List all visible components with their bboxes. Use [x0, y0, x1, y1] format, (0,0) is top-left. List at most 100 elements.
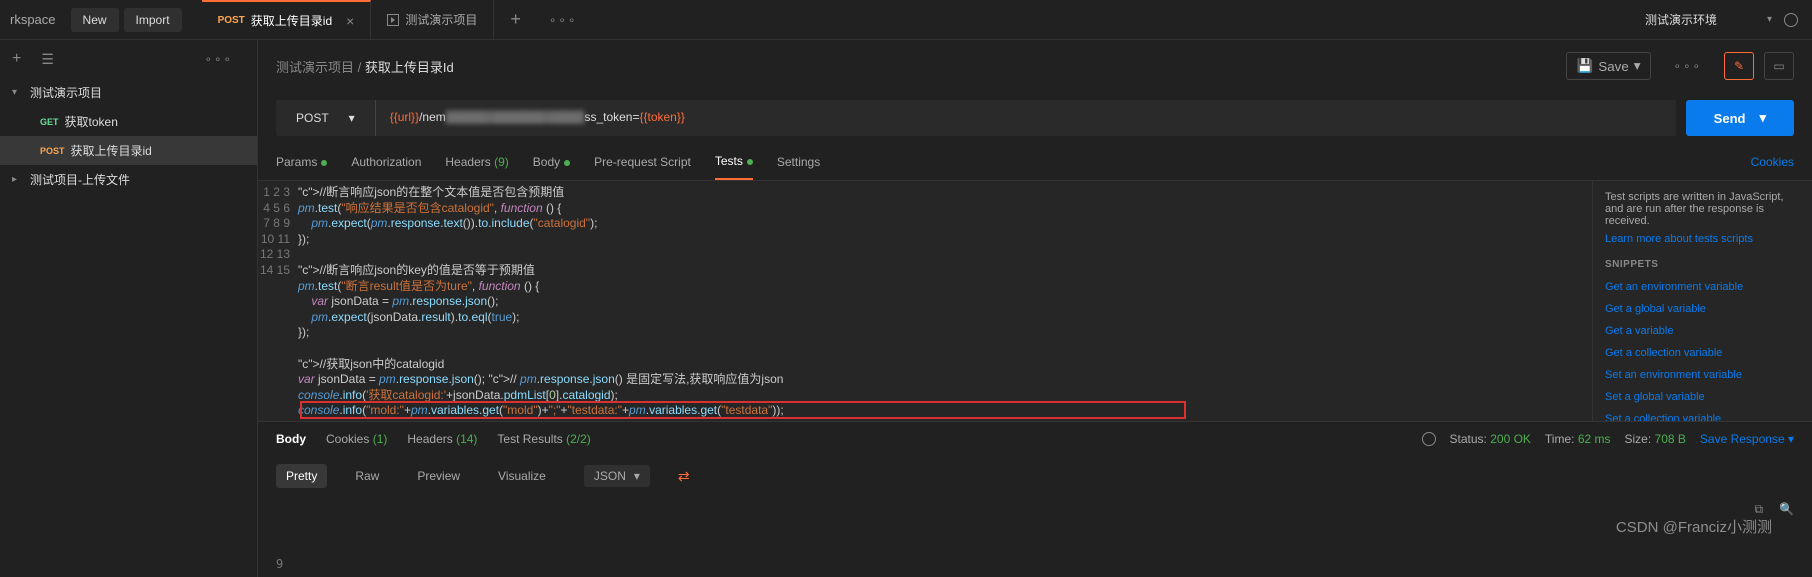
view-preview[interactable]: Preview	[407, 464, 470, 488]
breadcrumb-current: 获取上传目录Id	[365, 60, 454, 75]
add-icon[interactable]: +	[12, 50, 21, 68]
chevron-down-icon: ▾	[12, 87, 24, 98]
format-select[interactable]: JSON ▾	[584, 465, 650, 487]
content-area: 测试演示项目 / 获取上传目录Id 💾 Save ▾ ∘∘∘ ✎ ▭ POST …	[258, 40, 1812, 577]
status-value: 200 OK	[1490, 432, 1531, 446]
breadcrumb-row: 测试演示项目 / 获取上传目录Id 💾 Save ▾ ∘∘∘ ✎ ▭	[258, 40, 1812, 92]
search-icon[interactable]: 🔍	[1779, 502, 1794, 517]
code-editor[interactable]: 1 2 3 4 5 6 7 8 9 10 11 12 13 14 15 "c">…	[258, 181, 1592, 421]
view-raw[interactable]: Raw	[345, 464, 389, 488]
breadcrumb: 测试演示项目 / 获取上传目录Id	[276, 57, 454, 76]
time-value: 62 ms	[1578, 432, 1611, 446]
send-label: Send	[1714, 111, 1746, 126]
globe-icon[interactable]	[1422, 432, 1436, 446]
chevron-down-icon: ▾	[634, 469, 640, 483]
copy-icon[interactable]: ⧉	[1754, 502, 1763, 517]
save-label: Save	[1598, 59, 1628, 74]
snippet-link[interactable]: Set an environment variable	[1605, 364, 1800, 386]
learn-more-link[interactable]: Learn more about tests scripts	[1605, 233, 1800, 245]
save-button[interactable]: 💾 Save ▾	[1566, 52, 1652, 80]
top-bar: rkspace New Import POST 获取上传目录id × 测试演示项…	[0, 0, 1812, 40]
size-value: 708 B	[1655, 432, 1686, 446]
comment-icon[interactable]: ▭	[1764, 52, 1794, 80]
method-badge: POST	[40, 146, 65, 156]
resp-tab-tests[interactable]: Test Results (2/2)	[497, 432, 590, 446]
environment-selector[interactable]: 测试演示环境 ▾	[1645, 11, 1772, 28]
send-button[interactable]: Send ▾	[1686, 100, 1794, 136]
more-icon[interactable]: ∘∘∘	[1661, 59, 1714, 73]
resp-tab-body[interactable]: Body	[276, 432, 306, 446]
snippet-link[interactable]: Get a variable	[1605, 320, 1800, 342]
method-badge: POST	[218, 15, 245, 26]
tab-params[interactable]: Params	[276, 145, 327, 179]
save-response-button[interactable]: Save Response ▾	[1700, 432, 1794, 446]
snippet-link[interactable]: Get a collection variable	[1605, 342, 1800, 364]
main-tabs: POST 获取上传目录id × 测试演示项目 + ∘∘∘	[202, 0, 590, 39]
workspace-label: rkspace	[0, 12, 66, 27]
url-input[interactable]: {{url}}/nemxxxxxxx xxxxxxxxx xxxxxxss_to…	[376, 100, 1676, 136]
item-label: 获取token	[65, 113, 118, 130]
snippets-header: SNIPPETS	[1605, 259, 1800, 270]
import-button[interactable]: Import	[124, 8, 182, 32]
more-icon[interactable]: ∘∘∘	[192, 52, 245, 66]
chevron-down-icon: ▾	[1767, 14, 1772, 25]
corner-icons: ⧉ 🔍	[1754, 502, 1794, 517]
response-tabs: Body Cookies (1) Headers (14) Test Resul…	[258, 421, 1812, 456]
cookies-link[interactable]: Cookies	[1751, 155, 1794, 169]
wrap-icon[interactable]: ⇄	[678, 468, 690, 485]
method-badge: GET	[40, 117, 59, 127]
line-gutter: 1 2 3 4 5 6 7 8 9 10 11 12 13 14 15	[258, 181, 298, 421]
breadcrumb-parent[interactable]: 测试演示项目	[276, 60, 354, 75]
environment-name: 测试演示环境	[1645, 11, 1717, 28]
help-text: Test scripts are written in JavaScript, …	[1605, 191, 1800, 227]
item-label: 获取上传目录id	[71, 142, 152, 159]
chevron-down-icon: ▾	[1634, 58, 1641, 74]
sidebar-folder-upload[interactable]: ▸ 测试项目-上传文件	[0, 165, 257, 194]
editor-wrap: 1 2 3 4 5 6 7 8 9 10 11 12 13 14 15 "c">…	[258, 181, 1812, 421]
status-row: Status: 200 OK Time: 62 ms Size: 708 B S…	[1422, 432, 1794, 446]
new-tab-button[interactable]: +	[494, 9, 537, 30]
snippet-link[interactable]: Set a global variable	[1605, 386, 1800, 408]
code-lines[interactable]: "c">//断言响应json的在整个文本值是否包含预期值 pm.test("响应…	[298, 181, 1592, 421]
save-icon: 💾	[1577, 58, 1594, 74]
url-blurred: xxxxxxx xxxxxxxxx xxxxxx	[446, 110, 585, 124]
edit-icon[interactable]: ✎	[1724, 52, 1754, 80]
folder-label: 测试演示项目	[30, 84, 102, 101]
response-line-number: 9	[276, 557, 283, 571]
resp-tab-headers[interactable]: Headers (14)	[407, 432, 477, 446]
sidebar-toolbar: + ☰ ∘∘∘	[0, 40, 257, 78]
tab-tests[interactable]: Tests	[715, 144, 753, 180]
more-tabs-icon[interactable]: ∘∘∘	[537, 13, 590, 27]
tests-help-panel: Test scripts are written in JavaScript, …	[1592, 181, 1812, 421]
view-pretty[interactable]: Pretty	[276, 464, 327, 488]
view-visualize[interactable]: Visualize	[488, 464, 556, 488]
snippet-link[interactable]: Set a collection variable	[1605, 408, 1800, 421]
eye-icon[interactable]	[1784, 13, 1798, 27]
tab-demo-project[interactable]: 测试演示项目	[371, 0, 494, 39]
tab-label: 获取上传目录id	[251, 12, 332, 29]
breadcrumb-sep: /	[358, 60, 362, 75]
tab-headers[interactable]: Headers (9)	[445, 145, 508, 179]
resp-tab-cookies[interactable]: Cookies (1)	[326, 432, 387, 446]
request-tabs: Params Authorization Headers (9) Body Pr…	[258, 144, 1812, 181]
tab-prerequest[interactable]: Pre-request Script	[594, 145, 691, 179]
tab-body[interactable]: Body	[533, 145, 570, 179]
new-button[interactable]: New	[71, 8, 119, 32]
filter-icon[interactable]: ☰	[41, 51, 54, 68]
url-var: {{url}}	[390, 110, 419, 124]
snippet-link[interactable]: Get an environment variable	[1605, 276, 1800, 298]
method-value: POST	[296, 111, 329, 125]
tab-settings[interactable]: Settings	[777, 145, 820, 179]
view-tabs: Pretty Raw Preview Visualize JSON ▾ ⇄	[258, 456, 1812, 496]
sidebar-folder-demo[interactable]: ▾ 测试演示项目	[0, 78, 257, 107]
sidebar: + ☰ ∘∘∘ ▾ 测试演示项目 GET 获取token POST 获取上传目录…	[0, 40, 258, 577]
tab-authorization[interactable]: Authorization	[351, 145, 421, 179]
chevron-right-icon: ▸	[12, 174, 24, 185]
sidebar-item-get-token[interactable]: GET 获取token	[0, 107, 257, 136]
snippet-link[interactable]: Get a global variable	[1605, 298, 1800, 320]
tab-get-upload-dir-id[interactable]: POST 获取上传目录id ×	[202, 0, 372, 39]
method-select[interactable]: POST ▾	[276, 100, 376, 136]
chevron-down-icon: ▾	[349, 111, 355, 125]
sidebar-item-get-upload-dir-id[interactable]: POST 获取上传目录id	[0, 136, 257, 165]
close-icon[interactable]: ×	[346, 13, 354, 29]
